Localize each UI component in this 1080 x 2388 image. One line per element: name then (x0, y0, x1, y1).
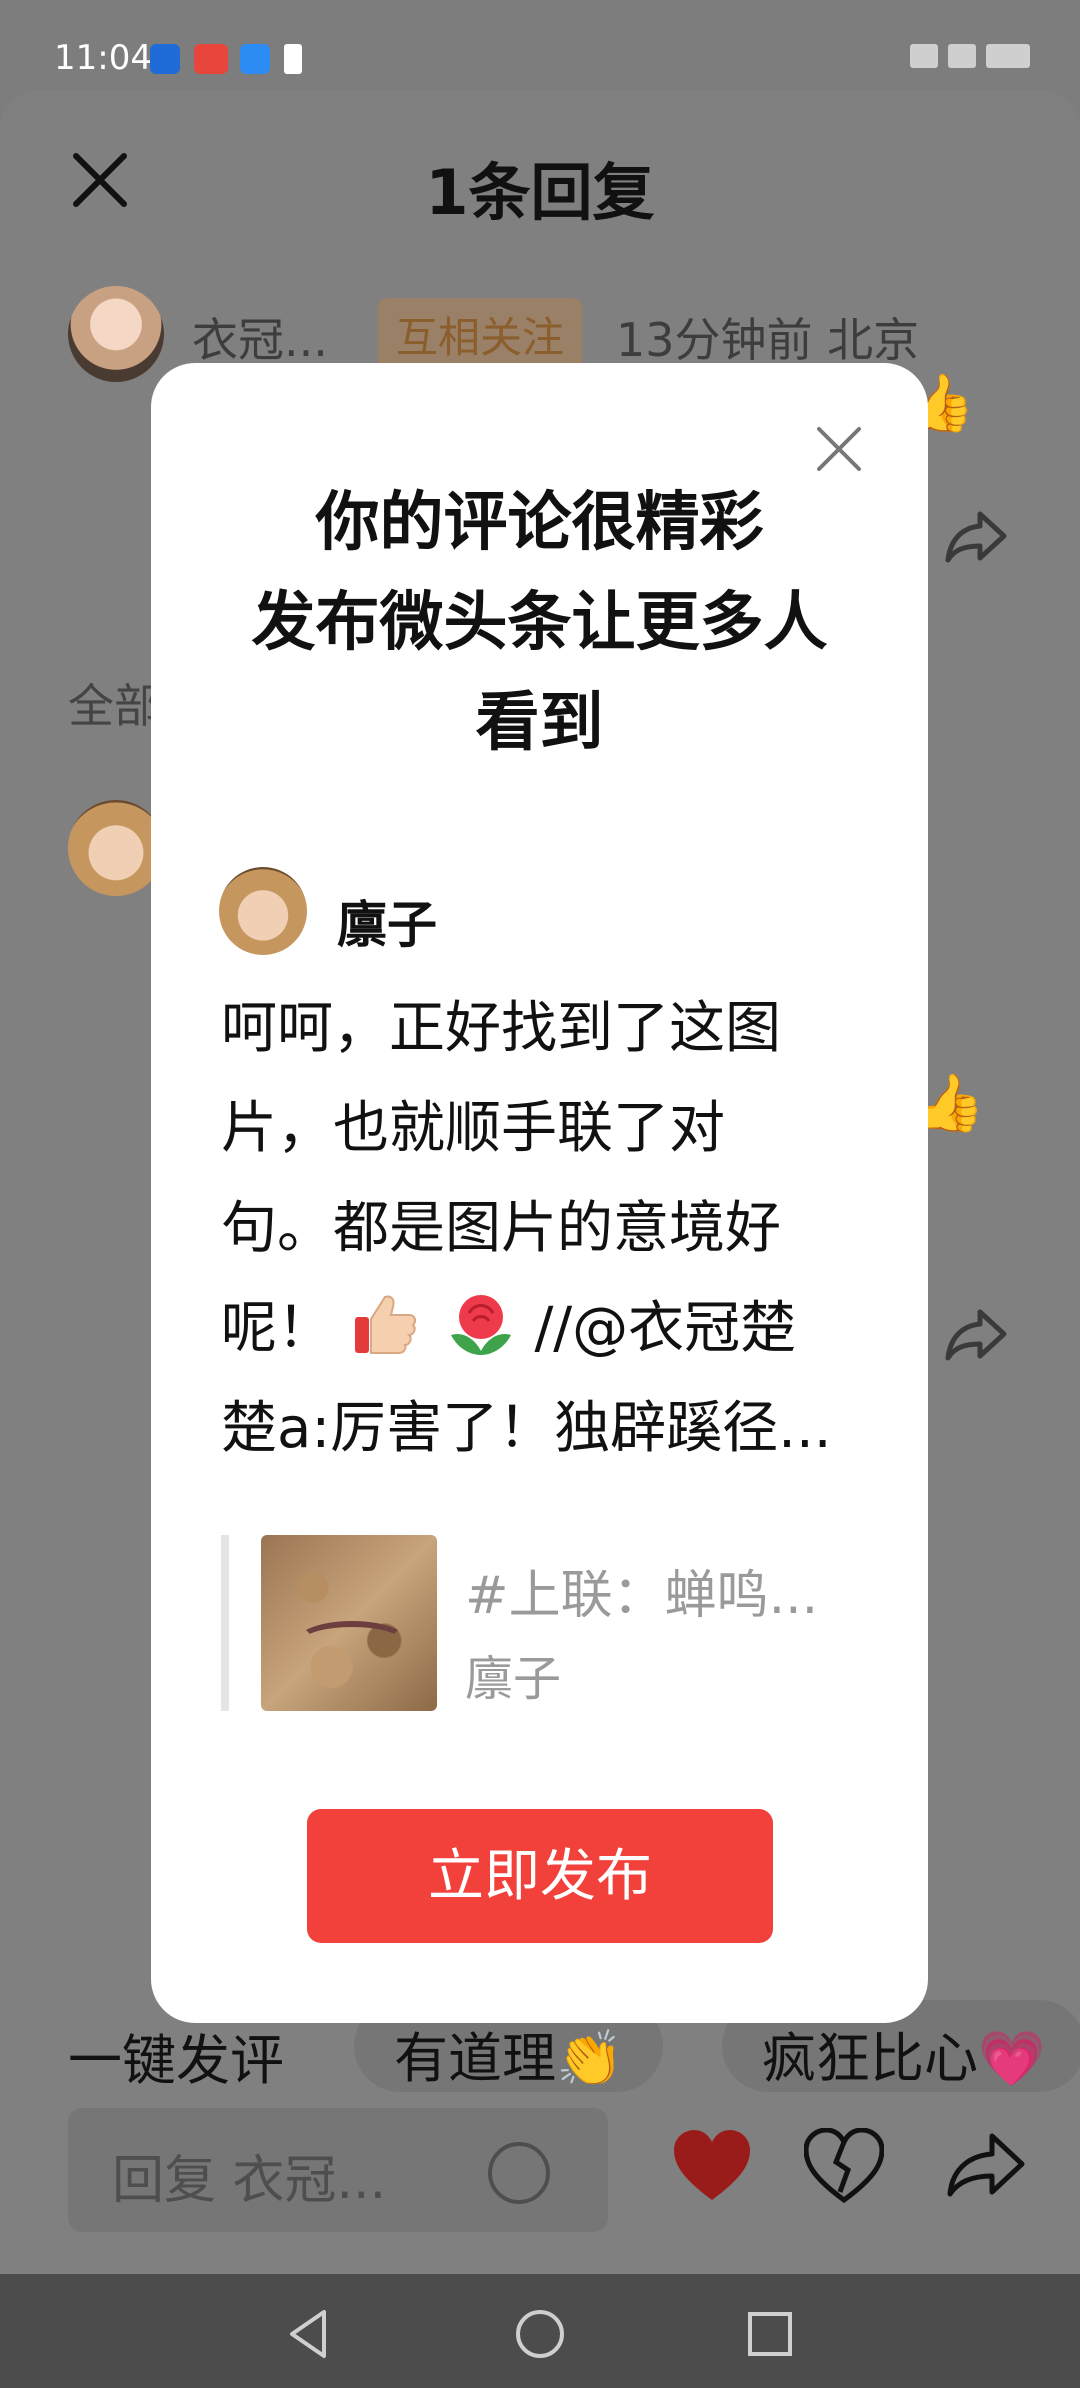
avatar[interactable] (68, 800, 164, 896)
dialog-close-icon[interactable] (815, 425, 863, 473)
signal-icon (910, 44, 938, 68)
notification-icon (284, 44, 302, 74)
home-icon[interactable] (510, 2304, 570, 2364)
share-icon[interactable] (946, 2130, 1026, 2200)
headline-line: 你的评论很精彩 (315, 486, 764, 560)
body-line: 片，也就顺手联了对 (221, 1096, 725, 1161)
headline-line: 看到 (475, 686, 604, 760)
battery-icon (986, 44, 1030, 68)
body-line: 句。都是图片的意境好 (221, 1196, 781, 1261)
post-body: 呵呵，正好找到了这图 片，也就顺手联了对 句。都是图片的意境好 呢！ //@衣冠… (221, 979, 871, 1479)
reply-input-bar: 回复 衣冠... (0, 2100, 1080, 2240)
body-line: 楚a:厉害了！独辟蹊径... (221, 1396, 832, 1461)
body-line-mention: //@衣冠楚 (534, 1296, 797, 1361)
post-author: 廪子 (219, 867, 859, 959)
earthworm-shape (297, 1621, 407, 1661)
share-icon[interactable] (944, 508, 1008, 564)
back-icon[interactable] (280, 2304, 340, 2364)
rose-icon (450, 1295, 511, 1355)
heart-filled-icon[interactable] (672, 2128, 752, 2204)
reply-placeholder: 回复 衣冠... (112, 2151, 387, 2211)
quick-reply-label: 一键发评 (68, 2029, 284, 2092)
thumbs-up-icon (354, 1295, 416, 1354)
browser-icon (240, 44, 270, 74)
baidu-icon (150, 44, 180, 74)
body-line: 呵呵，正好找到了这图 (221, 996, 781, 1061)
author-name: 廪子 (337, 896, 437, 954)
status-bar: 11:04 (0, 0, 1080, 90)
quoted-post[interactable]: #上联：蝉鸣... 廪子 (221, 1535, 861, 1711)
page-title: 1条回复 (425, 156, 655, 229)
comment-author[interactable]: 衣冠... (192, 304, 328, 370)
mutual-follow-badge: 互相关注 (378, 298, 583, 371)
wifi-icon (948, 44, 976, 68)
emoji-icon[interactable] (488, 2142, 550, 2204)
quoted-post-image (261, 1535, 437, 1711)
quoted-post-title: #上联：蝉鸣... (465, 1566, 819, 1626)
system-status-icons (900, 44, 1030, 72)
system-nav-bar (0, 2274, 1080, 2388)
body-line-start: 呢！ (221, 1296, 333, 1361)
status-time: 11:04 (54, 38, 152, 78)
quoted-post-author: 廪子 (465, 1651, 562, 1707)
publish-button[interactable]: 立即发布 (307, 1809, 773, 1943)
reply-input[interactable]: 回复 衣冠... (68, 2108, 608, 2232)
avatar (219, 867, 307, 955)
avatar[interactable] (68, 286, 164, 382)
comment-meta: 13分钟前 北京 (616, 313, 920, 367)
headline-line: 发布微头条让更多人 (251, 586, 828, 660)
heart-broken-icon[interactable] (804, 2128, 884, 2204)
toutiao-icon (194, 44, 228, 74)
body-line: 呢！ //@衣冠楚 (221, 1279, 871, 1379)
all-comments-label: 全部 (68, 679, 160, 733)
publish-dialog: 你的评论很精彩 发布微头条让更多人 看到 廪子 呵呵，正好找到了这图 片，也就顺… (151, 363, 928, 2023)
recents-icon[interactable] (740, 2304, 800, 2364)
dialog-headline: 你的评论很精彩 发布微头条让更多人 看到 (191, 473, 888, 773)
share-icon[interactable] (944, 1306, 1008, 1362)
